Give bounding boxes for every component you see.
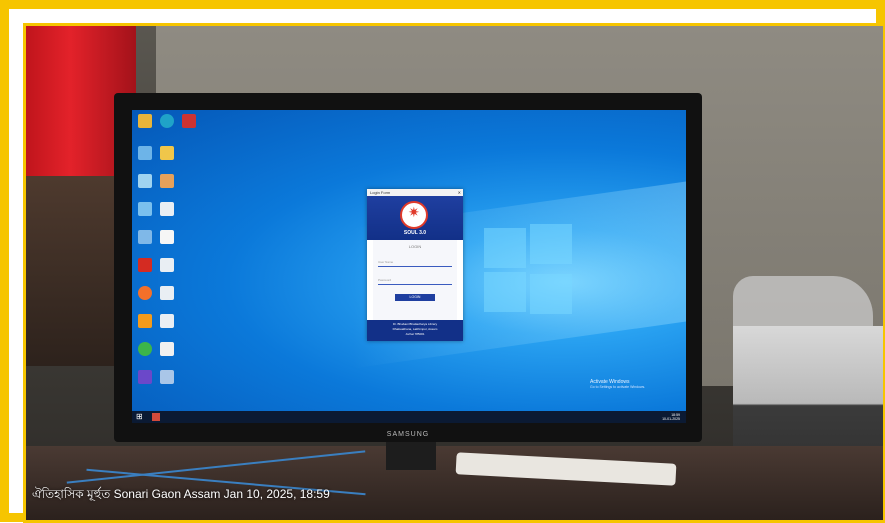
soul-logo-icon (400, 201, 428, 229)
username-field[interactable]: User Name (378, 256, 452, 267)
taskbar: ⊞ 18:59 10-01-2025 (132, 411, 686, 423)
photo-caption: ঐতিহাসিক মূর্হুত Sonari Gaon Assam Jan 1… (32, 487, 330, 501)
desktop-screen: Login Form ✕ SOUL 3.0 LOGIN User Name Pa… (132, 110, 686, 423)
app-shortcut-icon[interactable] (160, 146, 174, 160)
login-window: Login Form ✕ SOUL 3.0 LOGIN User Name Pa… (367, 189, 463, 341)
footer-line: Jorhat 785001 (405, 332, 425, 336)
firefox-icon[interactable] (138, 286, 152, 300)
shelf (26, 176, 126, 366)
document-icon[interactable] (160, 286, 174, 300)
windows-logo-wallpaper (484, 224, 574, 314)
activate-windows-notice: Activate Windows Go to Settings to activ… (590, 379, 645, 389)
app-name: SOUL 3.0 (403, 230, 427, 236)
folder-icon[interactable] (138, 114, 152, 128)
app-shortcut-icon[interactable] (160, 174, 174, 188)
document-icon[interactable] (160, 314, 174, 328)
app-shortcut-icon[interactable] (160, 230, 174, 244)
computer-icon[interactable] (138, 146, 152, 160)
flag-icon[interactable] (182, 114, 196, 128)
password-field[interactable]: Password (378, 274, 452, 285)
chrome-icon[interactable] (138, 342, 152, 356)
login-button[interactable]: LOGIN (395, 294, 435, 301)
acrobat-icon[interactable] (138, 258, 152, 272)
edge-icon[interactable] (160, 114, 174, 128)
monitor-stand (386, 442, 436, 470)
system-tray-clock[interactable]: 18:59 10-01-2025 (662, 413, 680, 421)
login-header: SOUL 3.0 (367, 196, 463, 240)
document-icon[interactable] (160, 258, 174, 272)
login-form: LOGIN User Name Password LOGIN (373, 240, 457, 320)
login-window-title: Login Form (370, 190, 391, 195)
photo-scene: Login Form ✕ SOUL 3.0 LOGIN User Name Pa… (23, 23, 885, 523)
control-panel-icon[interactable] (138, 230, 152, 244)
close-icon[interactable]: ✕ (458, 189, 461, 196)
taskbar-app-icon[interactable] (152, 413, 160, 421)
document-icon[interactable] (160, 202, 174, 216)
recycle-bin-icon[interactable] (138, 174, 152, 188)
activate-subtitle: Go to Settings to activate Windows. (590, 385, 646, 389)
monitor-brand: SAMSUNG (386, 431, 430, 438)
monitor: Login Form ✕ SOUL 3.0 LOGIN User Name Pa… (114, 93, 702, 442)
tray-date: 10-01-2025 (662, 416, 680, 421)
app-shortcut-icon[interactable] (160, 370, 174, 384)
login-form-title: LOGIN (408, 244, 422, 249)
login-titlebar: Login Form ✕ (367, 189, 463, 196)
desk (26, 446, 883, 520)
app-shortcut-icon[interactable] (160, 342, 174, 356)
login-footer: Dr. Bhabani Bhattacharya Library Dhakuak… (367, 320, 463, 341)
media-player-icon[interactable] (138, 370, 152, 384)
network-icon[interactable] (138, 202, 152, 216)
windows-start-icon[interactable]: ⊞ (136, 413, 144, 421)
vlc-icon[interactable] (138, 314, 152, 328)
photo-frame: Login Form ✕ SOUL 3.0 LOGIN User Name Pa… (0, 0, 885, 523)
